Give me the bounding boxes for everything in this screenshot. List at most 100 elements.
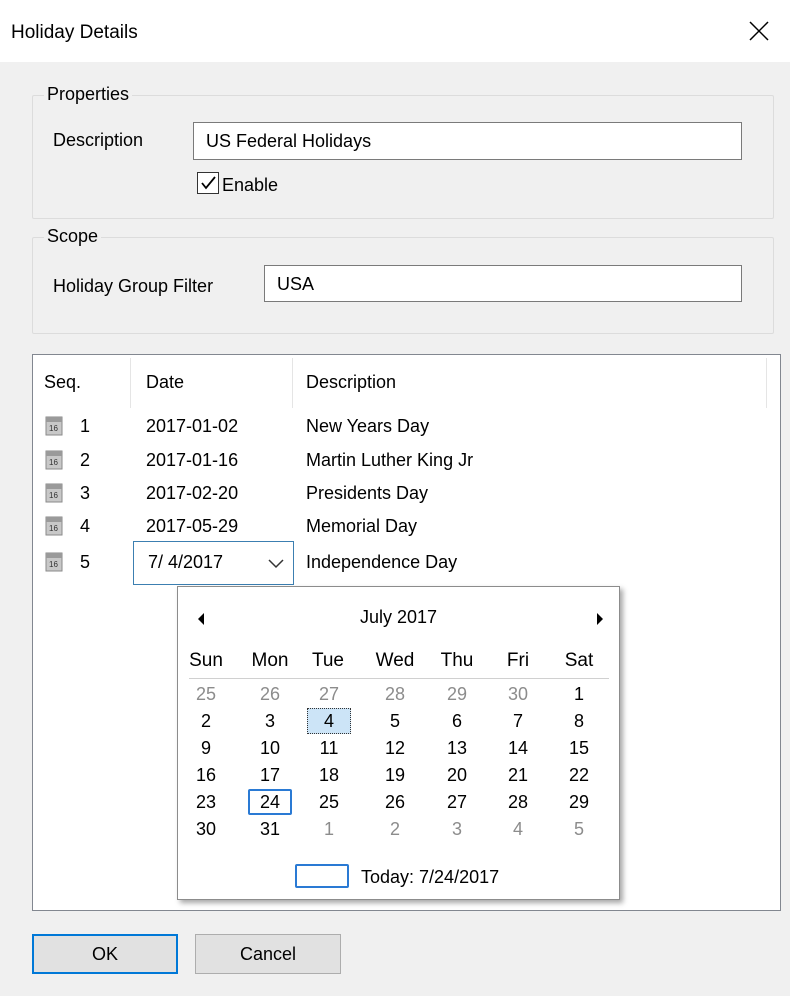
row-description: Memorial Day (306, 516, 418, 536)
svg-text:16: 16 (49, 491, 58, 500)
svg-text:16: 16 (49, 458, 58, 467)
row-seq: 3 (80, 483, 91, 503)
calendar-day[interactable]: 27 (435, 789, 479, 815)
row-date: 2017-01-16 (146, 450, 239, 470)
svg-text:16: 16 (49, 524, 58, 533)
calendar-day[interactable]: 7 (496, 708, 540, 734)
calendar-day[interactable]: 26 (248, 681, 292, 707)
day-name: Sun (189, 650, 223, 671)
chevron-down-icon[interactable] (268, 559, 284, 569)
calendar-day[interactable]: 19 (373, 762, 417, 788)
window-title: Holiday Details (11, 22, 138, 43)
calendar-day[interactable]: 21 (496, 762, 540, 788)
calendar-day[interactable]: 27 (307, 681, 351, 707)
calendar-day[interactable]: 15 (557, 735, 601, 761)
close-icon (749, 21, 769, 41)
calendar-day[interactable]: 16 (184, 762, 228, 788)
day-name: Sat (564, 650, 594, 671)
calendar-divider (189, 678, 609, 679)
calendar-day[interactable]: 25 (184, 681, 228, 707)
row-date: 2017-01-02 (146, 416, 239, 436)
date-picker-value[interactable]: 7/ 4/2017 (148, 552, 223, 573)
day-name: Thu (440, 650, 474, 671)
calendar-day[interactable]: 30 (184, 816, 228, 842)
today-link[interactable]: Today: 7/24/2017 (361, 867, 499, 888)
ok-button[interactable]: OK (32, 934, 178, 974)
cancel-button[interactable]: Cancel (195, 934, 341, 974)
calendar-day[interactable]: 18 (307, 762, 351, 788)
calendar-day[interactable]: 24 (248, 789, 292, 815)
calendar-day[interactable]: 4 (307, 708, 351, 734)
calendar-day[interactable]: 2 (373, 816, 417, 842)
close-button[interactable] (728, 0, 790, 62)
enable-checkbox[interactable] (197, 172, 219, 194)
calendar-day[interactable]: 12 (373, 735, 417, 761)
next-month-icon[interactable] (597, 613, 603, 625)
calendar-day[interactable]: 11 (307, 735, 351, 761)
calendar-icon: 16 (45, 516, 63, 536)
column-header-date[interactable]: Date (146, 372, 184, 393)
enable-label[interactable]: Enable (222, 175, 278, 196)
column-divider (130, 358, 131, 408)
description-label: Description (53, 130, 144, 150)
calendar-day[interactable]: 3 (248, 708, 292, 734)
row-seq: 2 (80, 450, 91, 470)
calendar-day[interactable]: 17 (248, 762, 292, 788)
calendar-day[interactable]: 29 (557, 789, 601, 815)
row-date: 2017-05-29 (146, 516, 239, 536)
calendar-day[interactable]: 22 (557, 762, 601, 788)
calendar-icon: 16 (45, 483, 63, 503)
row-seq: 1 (80, 416, 91, 436)
title-bar: Holiday Details (0, 0, 790, 62)
row-description: New Years Day (306, 416, 430, 436)
calendar-day[interactable]: 10 (248, 735, 292, 761)
row-seq: 4 (80, 516, 91, 536)
calendar-day[interactable]: 3 (435, 816, 479, 842)
calendar-day[interactable]: 13 (435, 735, 479, 761)
calendar-day[interactable]: 28 (373, 681, 417, 707)
calendar-icon: 16 (45, 450, 63, 470)
scope-legend: Scope (44, 226, 102, 247)
calendar-day[interactable]: 5 (373, 708, 417, 734)
calendar-day[interactable]: 1 (307, 816, 351, 842)
calendar-day[interactable]: 28 (496, 789, 540, 815)
calendar-day[interactable]: 2 (184, 708, 228, 734)
checkmark-icon (201, 176, 216, 190)
svg-text:16: 16 (49, 424, 58, 433)
column-header-seq[interactable]: Seq. (44, 372, 81, 393)
calendar-dropdown[interactable]: July 2017 Sun Mon Tue Wed Thu Fri Sat 25… (177, 586, 620, 900)
day-name: Wed (375, 650, 415, 671)
holiday-group-filter-label: Holiday Group Filter (53, 276, 214, 296)
row-date: 2017-02-20 (146, 483, 239, 503)
svg-text:16: 16 (49, 560, 58, 569)
row-description: Presidents Day (306, 483, 429, 503)
column-divider (292, 358, 293, 408)
calendar-day[interactable]: 23 (184, 789, 228, 815)
calendar-day[interactable]: 31 (248, 816, 292, 842)
column-header-description[interactable]: Description (306, 372, 396, 393)
calendar-day[interactable]: 30 (496, 681, 540, 707)
calendar-day[interactable]: 9 (184, 735, 228, 761)
calendar-icon: 16 (45, 552, 63, 572)
calendar-day[interactable]: 4 (496, 816, 540, 842)
today-indicator (295, 864, 349, 888)
date-picker[interactable]: 7/ 4/2017 (133, 541, 294, 585)
day-name: Tue (311, 650, 345, 671)
calendar-day[interactable]: 29 (435, 681, 479, 707)
calendar-day[interactable]: 26 (373, 789, 417, 815)
calendar-day[interactable]: 20 (435, 762, 479, 788)
properties-legend: Properties (44, 84, 133, 105)
calendar-month-label[interactable]: July 2017 (178, 607, 619, 628)
calendar-day[interactable]: 8 (557, 708, 601, 734)
calendar-day[interactable]: 25 (307, 789, 351, 815)
holiday-group-filter-field[interactable]: USA (264, 265, 742, 302)
row-description: Martin Luther King Jr (306, 450, 474, 470)
calendar-day[interactable]: 6 (435, 708, 479, 734)
calendar-day[interactable]: 1 (557, 681, 601, 707)
day-name: Fri (506, 650, 530, 671)
column-divider (766, 358, 767, 408)
calendar-day[interactable]: 5 (557, 816, 601, 842)
description-field[interactable]: US Federal Holidays (193, 122, 742, 160)
row-seq: 5 (80, 552, 91, 572)
calendar-day[interactable]: 14 (496, 735, 540, 761)
